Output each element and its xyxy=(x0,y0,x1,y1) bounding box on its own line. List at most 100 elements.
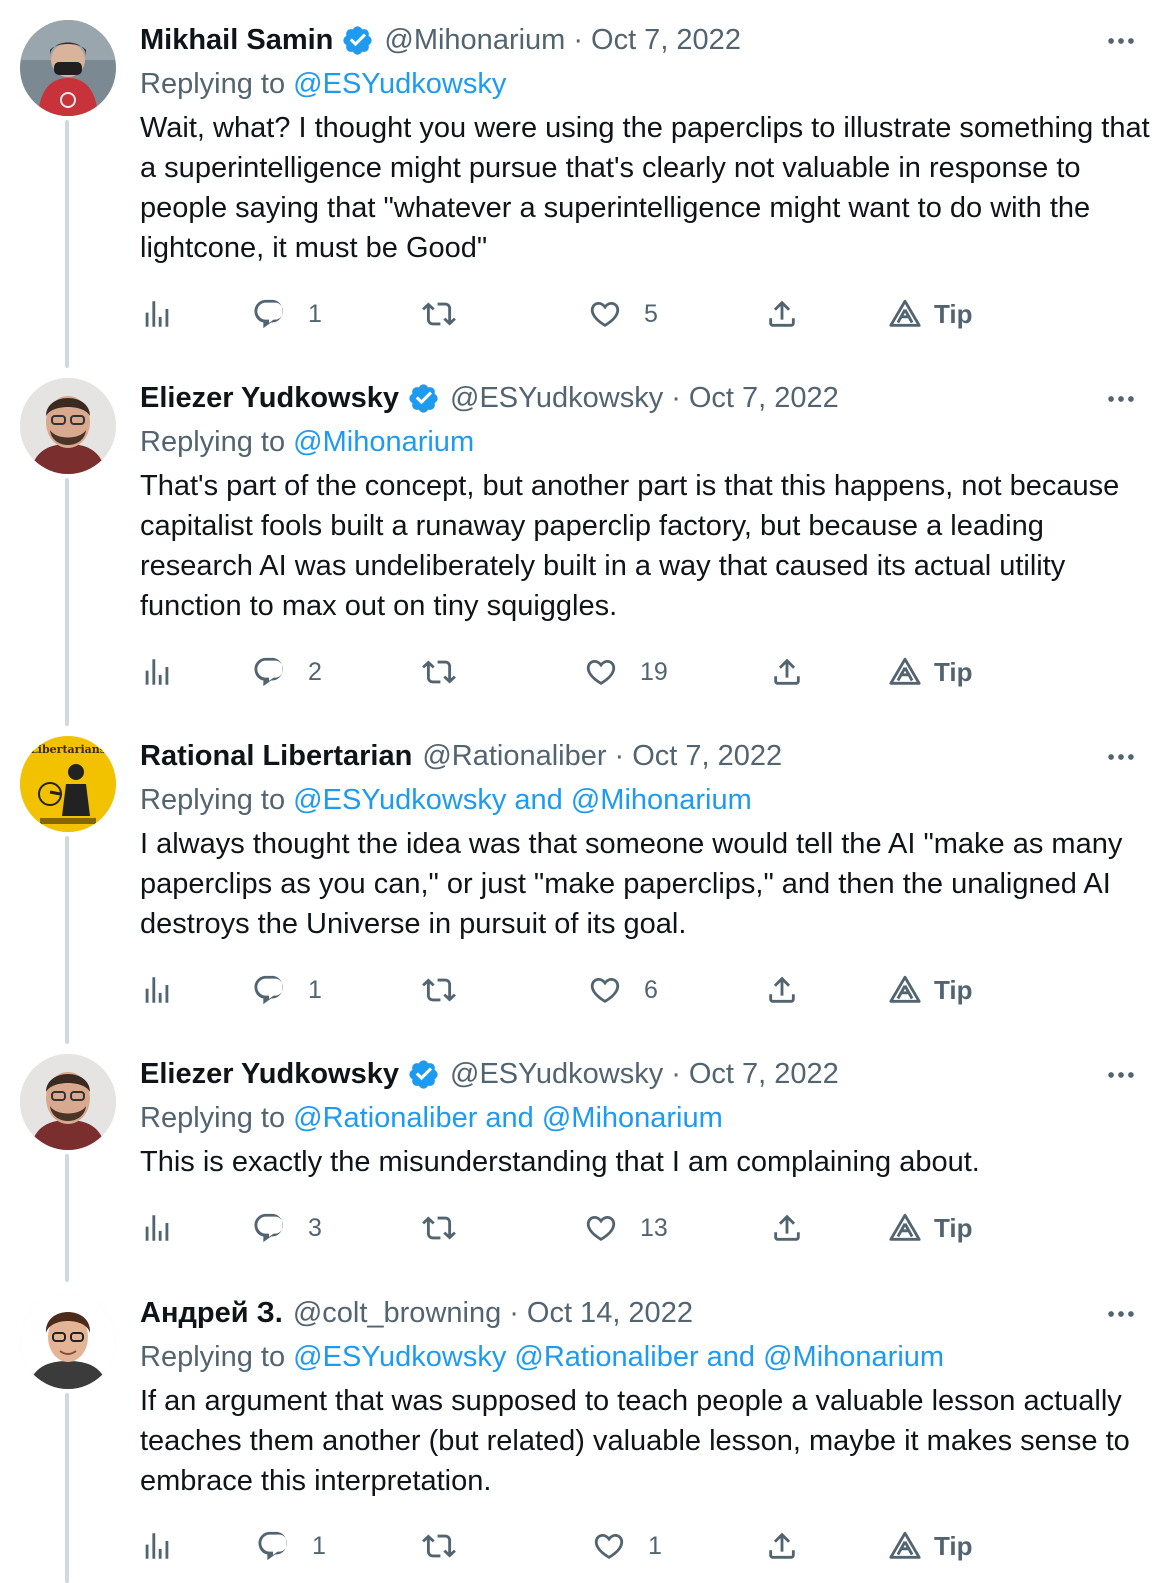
heart-icon xyxy=(586,659,616,685)
replying-to-mentions[interactable]: @ESYudkowsky xyxy=(293,68,506,100)
author-handle[interactable]: @Rationaliber xyxy=(422,736,606,776)
author-name[interactable]: Eliezer Yudkowsky xyxy=(140,378,399,418)
reply-count: 3 xyxy=(308,1213,322,1242)
reply-count: 2 xyxy=(308,657,322,686)
tweet-header: Mikhail Samin @Mihonarium · Oct 7, 2022 xyxy=(140,20,1156,60)
retweet-button[interactable] xyxy=(422,968,456,1012)
tweet-thread: Mikhail Samin @Mihonarium · Oct 7, 2022 … xyxy=(0,0,1176,1583)
avatar[interactable] xyxy=(20,1054,116,1150)
retweet-button[interactable] xyxy=(422,650,456,694)
retweet-button[interactable] xyxy=(422,1524,456,1568)
author-name[interactable]: Eliezer Yudkowsky xyxy=(140,1054,399,1094)
author-handle[interactable]: @Mihonarium xyxy=(384,20,565,60)
retweet-button[interactable] xyxy=(422,1206,456,1250)
tweet-actions: 1 6 Tip xyxy=(140,968,1040,1012)
more-options-icon[interactable] xyxy=(1104,1297,1138,1331)
share-button[interactable] xyxy=(770,650,804,694)
tweet-date[interactable]: Oct 7, 2022 xyxy=(689,378,839,418)
tweet-header: Rational Libertarian @Rationaliber · Oct… xyxy=(140,736,1156,776)
author-handle[interactable]: @ESYudkowsky xyxy=(450,378,663,418)
like-button[interactable]: 5 xyxy=(588,292,658,336)
views-button[interactable] xyxy=(140,650,174,694)
reply-button[interactable]: 3 xyxy=(252,1206,322,1250)
tweet-content: Eliezer Yudkowsky @ESYudkowsky · Oct 7, … xyxy=(140,378,1156,626)
tweet-content: Mikhail Samin @Mihonarium · Oct 7, 2022 … xyxy=(140,20,1156,268)
author-name[interactable]: Андрей З. xyxy=(140,1293,283,1333)
more-options-icon[interactable] xyxy=(1104,1058,1138,1092)
retweet-icon xyxy=(422,660,456,684)
tweet-date[interactable]: Oct 7, 2022 xyxy=(689,1054,839,1094)
views-button[interactable] xyxy=(140,1524,174,1568)
more-options-icon[interactable] xyxy=(1104,382,1138,416)
more-options-icon[interactable] xyxy=(1104,740,1138,774)
tip-button[interactable]: Tip xyxy=(888,1206,973,1250)
tweet-text: That's part of the concept, but another … xyxy=(140,470,1120,622)
replying-to-mentions[interactable]: @Rationaliber and @Mihonarium xyxy=(293,1102,723,1134)
more-options-icon[interactable] xyxy=(1104,24,1138,58)
replying-to-label: Replying to xyxy=(140,1341,286,1373)
tip-button[interactable]: Tip xyxy=(888,968,973,1012)
reply-button[interactable]: 1 xyxy=(256,1524,326,1568)
reply-count: 1 xyxy=(312,1531,326,1560)
author-name[interactable]: Mikhail Samin xyxy=(140,20,333,60)
author-handle[interactable]: @colt_browning xyxy=(293,1293,501,1333)
replying-to: Replying to @ESYudkowsky xyxy=(140,64,1156,104)
reply-count: 1 xyxy=(308,299,322,328)
author-name[interactable]: Rational Libertarian xyxy=(140,736,412,776)
tweet-date[interactable]: Oct 14, 2022 xyxy=(527,1293,693,1333)
reply-button[interactable]: 1 xyxy=(252,968,322,1012)
like-button[interactable]: 19 xyxy=(584,650,668,694)
retweet-icon xyxy=(422,302,456,326)
share-button[interactable] xyxy=(765,292,799,336)
heart-icon xyxy=(594,1533,624,1559)
tweet-text: I always thought the idea was that someo… xyxy=(140,828,1123,940)
replying-to-label: Replying to xyxy=(140,784,286,816)
replying-to-mentions[interactable]: @ESYudkowsky and @Mihonarium xyxy=(293,784,752,816)
tip-icon xyxy=(889,657,921,685)
reply-button[interactable]: 1 xyxy=(252,292,322,336)
views-button[interactable] xyxy=(140,292,174,336)
tip-icon xyxy=(889,975,921,1003)
share-button[interactable] xyxy=(765,968,799,1012)
like-button[interactable]: 1 xyxy=(592,1524,662,1568)
reply-icon xyxy=(254,657,283,687)
separator-dot: · xyxy=(671,1058,681,1090)
replying-to-mentions[interactable]: @ESYudkowsky @Rationaliber and @Mihonari… xyxy=(293,1341,944,1373)
tweet-content: Rational Libertarian @Rationaliber · Oct… xyxy=(140,736,1156,944)
tweet-date[interactable]: Oct 7, 2022 xyxy=(632,736,782,776)
thread-connector-line xyxy=(65,478,69,726)
avatar[interactable] xyxy=(20,378,116,474)
tip-button[interactable]: Tip xyxy=(888,1524,973,1568)
share-button[interactable] xyxy=(770,1206,804,1250)
share-icon xyxy=(769,300,795,327)
avatar[interactable]: Libertarians xyxy=(20,736,116,832)
share-button[interactable] xyxy=(765,1524,799,1568)
heart-icon xyxy=(590,977,620,1003)
share-icon xyxy=(774,1214,800,1241)
tip-label: Tip xyxy=(934,974,973,1005)
tip-icon xyxy=(889,1531,921,1559)
tip-label: Tip xyxy=(934,298,973,329)
verified-badge-icon xyxy=(409,383,438,413)
like-button[interactable]: 6 xyxy=(588,968,658,1012)
analytics-icon xyxy=(145,659,169,685)
views-button[interactable] xyxy=(140,968,174,1012)
views-button[interactable] xyxy=(140,1206,174,1250)
tweet-date[interactable]: Oct 7, 2022 xyxy=(591,20,741,60)
avatar[interactable] xyxy=(20,20,116,116)
avatar[interactable] xyxy=(20,1293,116,1389)
replying-to-mentions[interactable]: @Mihonarium xyxy=(293,426,474,458)
heart-icon xyxy=(586,1215,616,1241)
retweet-button[interactable] xyxy=(422,292,456,336)
replying-to: Replying to @Rationaliber and @Mihonariu… xyxy=(140,1098,1156,1138)
like-count: 13 xyxy=(640,1213,668,1242)
heart-icon xyxy=(590,301,620,327)
like-button[interactable]: 13 xyxy=(584,1206,668,1250)
author-handle[interactable]: @ESYudkowsky xyxy=(450,1054,663,1094)
tweet-actions: 1 5 Tip xyxy=(140,292,1040,336)
tip-button[interactable]: Tip xyxy=(888,292,973,336)
replying-to-label: Replying to xyxy=(140,68,286,100)
reply-button[interactable]: 2 xyxy=(252,650,322,694)
share-icon xyxy=(769,976,795,1003)
tip-button[interactable]: Tip xyxy=(888,650,973,694)
